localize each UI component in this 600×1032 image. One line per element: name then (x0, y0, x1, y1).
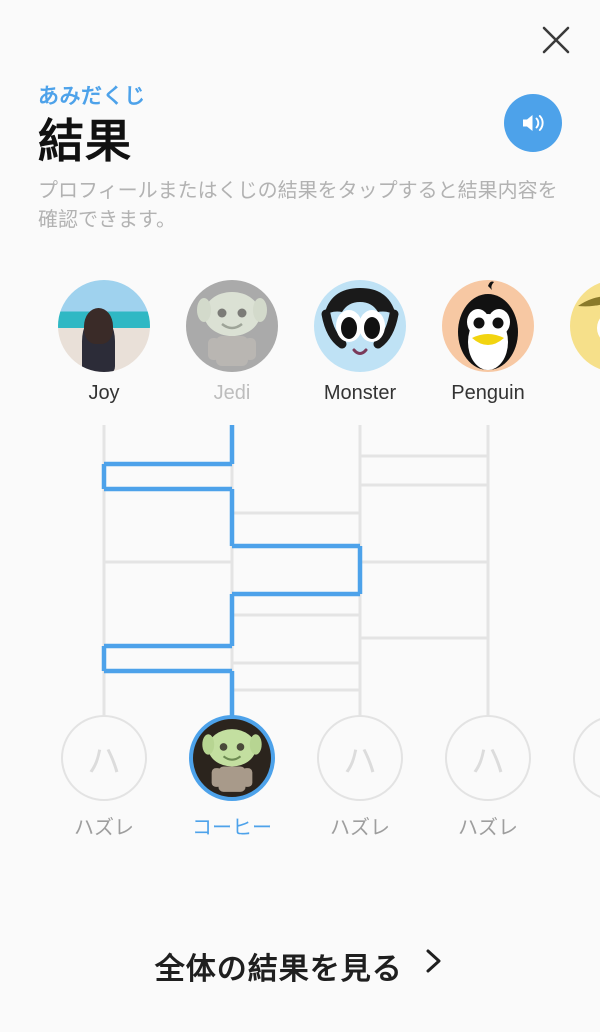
close-icon (542, 26, 570, 54)
players-row: Joy Jedi Monster Penguin Y (40, 280, 600, 410)
result-3[interactable]: ハハズレ (296, 715, 424, 840)
result-1[interactable]: ハハズレ (40, 715, 168, 840)
amidakuji-result-screen: あみだくじ 結果 プロフィールまたはくじの結果をタップすると結果内容を確認できま… (0, 0, 600, 1032)
close-button[interactable] (534, 18, 578, 62)
result-2[interactable]: コーヒー (168, 715, 296, 840)
result-5[interactable]: ハハ (552, 715, 600, 840)
result-label: ハズレ (458, 817, 518, 839)
page-title: 結果 (38, 115, 132, 168)
avatar[interactable] (186, 280, 278, 372)
avatar[interactable] (570, 280, 600, 372)
result-label: ハズレ (74, 817, 134, 839)
player-name: Joy (88, 382, 120, 404)
header-block: あみだくじ 結果 プロフィールまたはくじの結果をタップすると結果内容を確認できま… (38, 84, 558, 235)
view-all-results-label: 全体の結果を見る (154, 953, 403, 986)
player-3[interactable]: Monster (296, 280, 424, 405)
player-name: Jedi (213, 382, 251, 404)
player-name: Monster (323, 382, 397, 404)
katakana-ha-icon[interactable]: ハ (445, 715, 531, 801)
katakana-ha-icon[interactable]: ハ (61, 715, 147, 801)
avatar-hair (83, 307, 114, 345)
result-label: コーヒー (192, 817, 272, 839)
player-5[interactable]: Y (552, 280, 600, 405)
amidakuji-ladder (101, 425, 490, 718)
chevron-right-icon (423, 946, 445, 981)
katakana-ha-icon[interactable]: ハ (317, 715, 403, 801)
katakana-ha-icon[interactable]: ハ (573, 715, 600, 801)
result-avatar[interactable] (189, 715, 275, 801)
avatar[interactable] (58, 280, 150, 372)
avatar[interactable] (314, 280, 406, 372)
player-4[interactable]: Penguin (424, 280, 552, 405)
player-2[interactable]: Jedi (168, 280, 296, 405)
result-label: ハズレ (330, 817, 390, 839)
avatar[interactable] (442, 280, 534, 372)
view-all-results-button[interactable]: 全体の結果を見る (0, 944, 600, 988)
player-name: Penguin (451, 382, 525, 404)
result-4[interactable]: ハハズレ (424, 715, 552, 840)
page-subtitle: プロフィールまたはくじの結果をタップすると結果内容を確認できます。 (38, 179, 558, 231)
player-1[interactable]: Joy (40, 280, 168, 405)
results-row: ハハズレコーヒーハハズレハハズレハハ (40, 715, 600, 845)
player-name: Y (552, 382, 600, 405)
result-label: ハ (552, 811, 600, 840)
eyebrow-label: あみだくじ (38, 85, 146, 108)
